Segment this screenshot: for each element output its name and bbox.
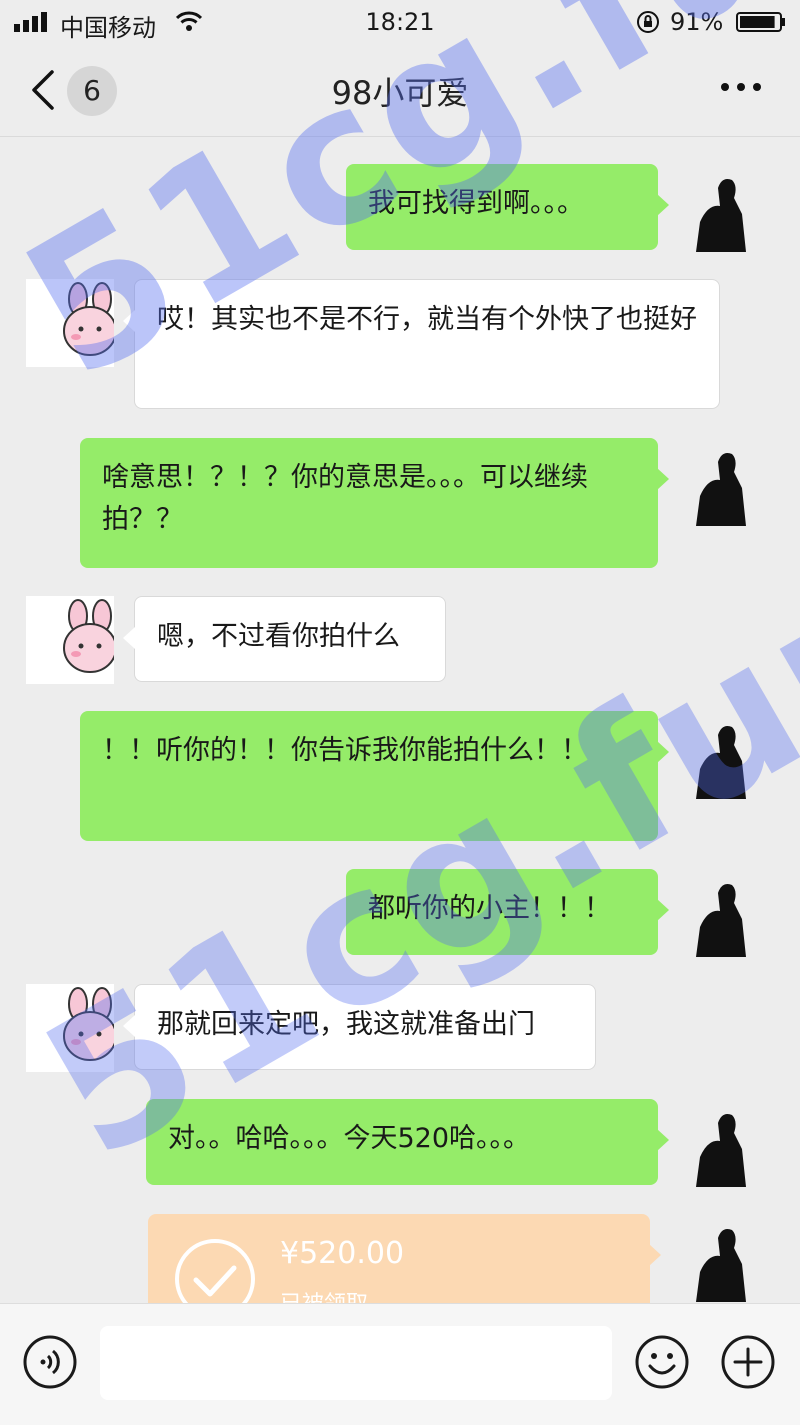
my-avatar[interactable]	[686, 438, 774, 526]
contact-avatar[interactable]	[26, 984, 114, 1072]
status-bar: 中国移动 18:21 91%	[0, 0, 800, 46]
more-options-icon[interactable]	[720, 80, 762, 94]
message-bubble-sent[interactable]: ！！听你的！！你告诉我你能拍什么！！	[80, 711, 669, 841]
message-bubble-sent[interactable]: 啥意思！？！？你的意思是。。。可以继续拍？？	[80, 438, 669, 568]
chat-header: 6 98小可爱	[0, 46, 800, 137]
my-avatar[interactable]	[686, 869, 774, 957]
message-bubble-received[interactable]: 那就回来定吧，我这就准备出门	[123, 984, 596, 1070]
message-bubble-sent[interactable]: 都听你的小主！！！	[346, 869, 669, 955]
emoji-icon[interactable]	[634, 1334, 690, 1390]
voice-input-icon[interactable]	[22, 1334, 78, 1390]
more-actions-plus-icon[interactable]	[720, 1334, 776, 1390]
message-bubble-sent[interactable]: 我可找得到啊。。。	[346, 164, 669, 250]
input-bar	[0, 1303, 800, 1425]
transfer-amount: ¥520.00	[280, 1236, 405, 1271]
battery-percent: 91%	[670, 8, 724, 36]
my-avatar[interactable]	[686, 164, 774, 252]
rotation-lock-icon	[637, 11, 659, 33]
contact-avatar[interactable]	[26, 279, 114, 367]
message-bubble-sent[interactable]: 对。。哈哈。。。今天520哈。。。	[146, 1099, 669, 1185]
message-bubble-received[interactable]: 嗯，不过看你拍什么	[123, 596, 446, 682]
my-avatar[interactable]	[686, 711, 774, 799]
my-avatar[interactable]	[686, 1099, 774, 1187]
chat-title: 98小可爱	[331, 74, 469, 112]
message-input[interactable]	[100, 1326, 612, 1400]
contact-avatar[interactable]	[26, 596, 114, 684]
my-avatar[interactable]	[686, 1214, 774, 1302]
message-bubble-received[interactable]: 哎！其实也不是不行，就当有个外快了也挺好	[123, 279, 720, 409]
battery-icon	[736, 12, 785, 32]
